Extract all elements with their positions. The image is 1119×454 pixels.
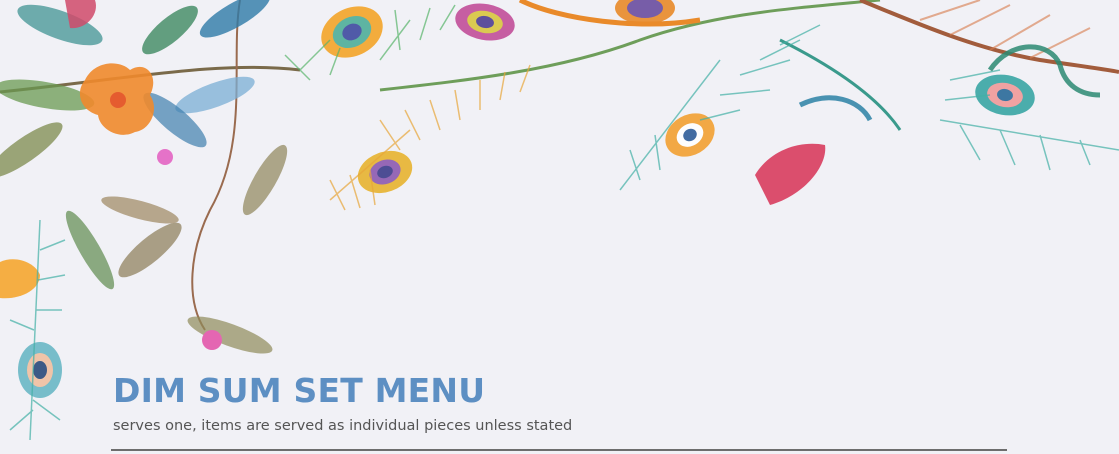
peacock-feather [321, 6, 383, 58]
divider-rule [111, 449, 1007, 451]
menu-subtitle: serves one, items are served as individu… [113, 418, 573, 434]
menu-title: DIM SUM SET MENU [113, 371, 486, 410]
